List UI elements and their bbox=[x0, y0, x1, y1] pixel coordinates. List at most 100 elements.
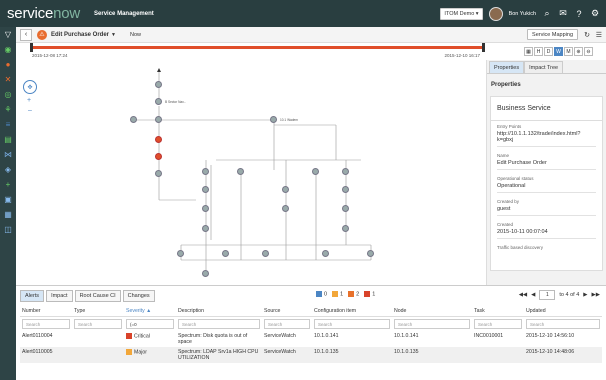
zoom-w[interactable]: W bbox=[554, 47, 563, 56]
map-node-critical[interactable] bbox=[155, 153, 162, 160]
col-updated[interactable]: Updated bbox=[524, 306, 602, 317]
map-node[interactable] bbox=[155, 98, 162, 105]
back-button[interactable]: ‹ bbox=[20, 28, 32, 41]
map-node[interactable] bbox=[342, 168, 349, 175]
map-node[interactable] bbox=[202, 168, 209, 175]
status-value[interactable]: Operational bbox=[497, 183, 596, 193]
chart-icon[interactable]: ▦ bbox=[0, 207, 16, 222]
globe-icon[interactable]: ◎ bbox=[0, 87, 16, 102]
alert-number[interactable]: Alert0110005 bbox=[20, 347, 72, 363]
map-node[interactable] bbox=[202, 270, 209, 277]
col-source[interactable]: Source bbox=[262, 306, 312, 317]
map-node[interactable] bbox=[202, 205, 209, 212]
map-node[interactable] bbox=[222, 250, 229, 257]
col-description[interactable]: Description bbox=[176, 306, 262, 317]
map-node[interactable] bbox=[367, 250, 374, 257]
chat-icon[interactable]: ✉ bbox=[558, 8, 568, 19]
service-map-canvas[interactable]: ✥ + – B Sector Nav... 10.1 Wadem bbox=[16, 60, 486, 285]
calendar-icon[interactable]: ▦ bbox=[524, 47, 533, 56]
entry-points-value[interactable]: http://10.1.1.132/trade/index.html?k=gbx… bbox=[497, 131, 596, 147]
zoom-h[interactable]: H bbox=[534, 47, 543, 56]
alert-task[interactable] bbox=[472, 347, 524, 363]
timeline[interactable]: 2015-12-08 17:24 2015-12-10 16:17 bbox=[16, 43, 486, 60]
timeline-bar[interactable] bbox=[30, 46, 482, 49]
server-icon[interactable]: ▤ bbox=[0, 132, 16, 147]
help-icon[interactable]: ? bbox=[574, 9, 584, 19]
search-input[interactable]: Search bbox=[314, 319, 390, 329]
map-node[interactable] bbox=[177, 250, 184, 257]
filter-icon[interactable]: ▽ bbox=[0, 27, 16, 42]
last-page-icon[interactable]: ▶▶ bbox=[592, 292, 600, 298]
context-dropdown[interactable]: ITOM Demo ▾ bbox=[440, 7, 483, 20]
map-node[interactable] bbox=[282, 186, 289, 193]
tab-root-cause[interactable]: Root Cause CI bbox=[74, 290, 121, 302]
created-by-value[interactable]: guest bbox=[497, 206, 596, 216]
plus-icon[interactable]: + bbox=[0, 177, 16, 192]
tab-alerts[interactable]: Alerts bbox=[20, 290, 45, 302]
timeline-end-handle[interactable] bbox=[482, 43, 485, 52]
map-node[interactable] bbox=[155, 81, 162, 88]
home-icon[interactable]: ◉ bbox=[0, 42, 16, 57]
search-input[interactable]: Search bbox=[264, 319, 310, 329]
map-node[interactable] bbox=[155, 116, 162, 123]
col-ci[interactable]: Configuration item bbox=[312, 306, 392, 317]
alert-icon[interactable]: ● bbox=[0, 57, 16, 72]
search-input[interactable]: Search bbox=[178, 319, 260, 329]
map-node[interactable] bbox=[202, 186, 209, 193]
col-type[interactable]: Type bbox=[72, 306, 124, 317]
map-node[interactable] bbox=[237, 168, 244, 175]
name-value[interactable]: Edit Purchase Order bbox=[497, 160, 596, 170]
search-input[interactable]: Search bbox=[74, 319, 122, 329]
tab-changes[interactable]: Changes bbox=[122, 290, 155, 302]
zoom-in-icon[interactable]: ⊕ bbox=[574, 47, 583, 56]
first-page-icon[interactable]: ◀◀ bbox=[519, 292, 527, 298]
servicenow-logo[interactable]: servicenow bbox=[7, 5, 80, 22]
user-name[interactable]: Bon Yukich bbox=[509, 11, 536, 17]
alert-task[interactable]: INC0010001 bbox=[472, 331, 524, 347]
map-node[interactable] bbox=[322, 250, 329, 257]
col-task[interactable]: Task bbox=[472, 306, 524, 317]
list-icon[interactable]: ≡ bbox=[0, 117, 16, 132]
map-node[interactable] bbox=[312, 168, 319, 175]
map-node[interactable] bbox=[262, 250, 269, 257]
page-input[interactable]: 1 bbox=[539, 290, 556, 300]
alert-number[interactable]: Alert0110004 bbox=[20, 331, 72, 347]
avatar[interactable] bbox=[488, 6, 503, 21]
map-node-critical[interactable] bbox=[155, 136, 162, 143]
box-icon[interactable]: ▣ bbox=[0, 192, 16, 207]
col-severity[interactable]: Severity ▲ bbox=[124, 306, 176, 317]
stack-icon[interactable]: ◫ bbox=[0, 222, 16, 237]
tab-impact-tree[interactable]: Impact Tree bbox=[524, 61, 564, 73]
map-node[interactable] bbox=[342, 205, 349, 212]
chevron-down-icon[interactable]: ▼ bbox=[111, 32, 116, 38]
tab-impact[interactable]: Impact bbox=[46, 290, 73, 302]
severity-filter[interactable]: 0 1 2 1 bbox=[316, 291, 375, 297]
node-icon[interactable]: ◈ bbox=[0, 162, 16, 177]
tree-icon[interactable]: ⚘ bbox=[0, 102, 16, 117]
search-input[interactable]: Search bbox=[394, 319, 470, 329]
zoom-out-icon[interactable]: ⊖ bbox=[584, 47, 593, 56]
search-icon[interactable]: ⌕ bbox=[542, 8, 552, 19]
next-page-icon[interactable]: ▶ bbox=[583, 292, 587, 298]
col-node[interactable]: Node bbox=[392, 306, 472, 317]
map-node[interactable] bbox=[202, 225, 209, 232]
map-node[interactable] bbox=[342, 225, 349, 232]
col-number[interactable]: Number bbox=[20, 306, 72, 317]
created-value[interactable]: 2015-10-11 00:07:04 bbox=[497, 229, 596, 239]
zoom-d[interactable]: D bbox=[544, 47, 553, 56]
map-node[interactable] bbox=[130, 116, 137, 123]
search-input[interactable]: Search bbox=[474, 319, 522, 329]
map-icon[interactable]: ✕ bbox=[0, 72, 16, 87]
search-input[interactable]: Search bbox=[526, 319, 600, 329]
now-label[interactable]: Now bbox=[130, 32, 141, 38]
menu-icon[interactable]: ☰ bbox=[596, 31, 602, 39]
search-input[interactable]: Search bbox=[22, 319, 70, 329]
prev-page-icon[interactable]: ◀ bbox=[531, 292, 535, 298]
map-node[interactable] bbox=[270, 116, 277, 123]
zoom-m[interactable]: M bbox=[564, 47, 573, 56]
refresh-icon[interactable]: ↻ bbox=[584, 31, 590, 39]
map-node[interactable] bbox=[155, 170, 162, 177]
table-row[interactable]: Alert0110005 Major Spectrum: LDAP Srv1a … bbox=[20, 347, 602, 363]
tab-properties[interactable]: Properties bbox=[489, 61, 525, 73]
table-row[interactable]: Alert0110004 Critical Spectrum: Disk quo… bbox=[20, 331, 602, 347]
